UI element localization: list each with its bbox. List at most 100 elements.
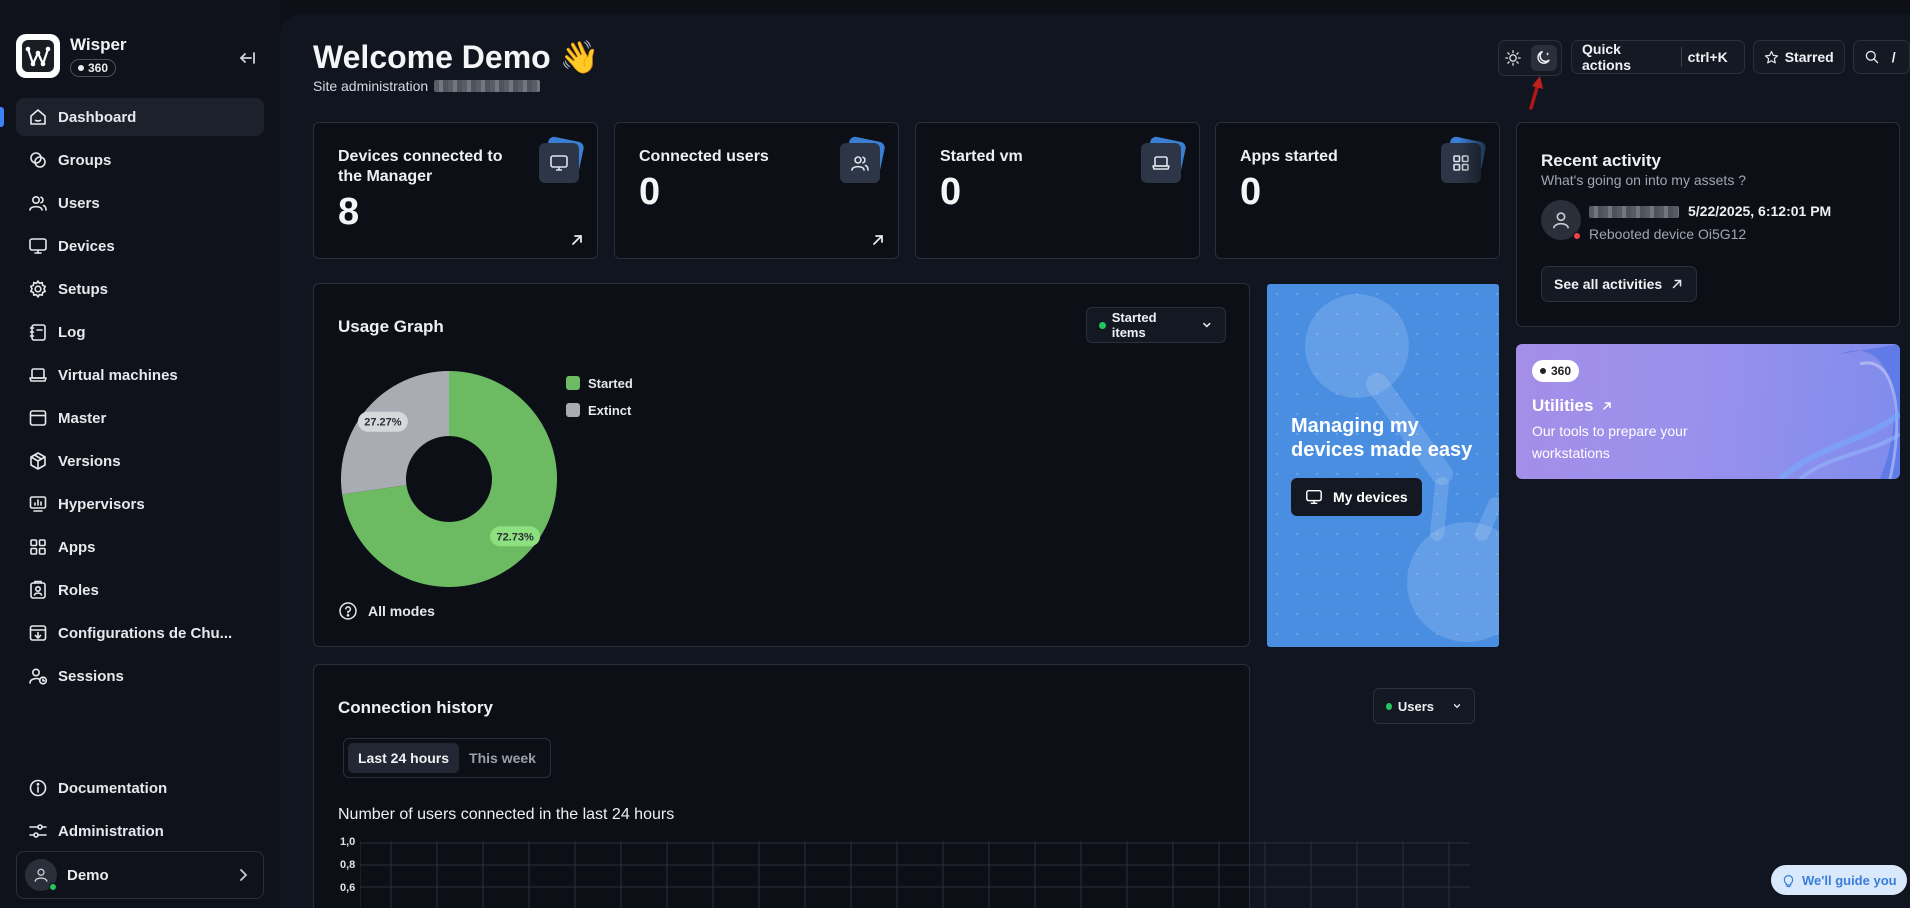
legend-swatch	[566, 403, 580, 417]
theme-toggle[interactable]	[1498, 40, 1562, 76]
starred-button[interactable]: Starred	[1752, 40, 1845, 74]
stat-value: 0	[639, 171, 661, 213]
history-range-tabs: Last 24 hours This week	[343, 738, 551, 778]
quick-actions-button[interactable]: Quick actions ctrl+K	[1571, 40, 1745, 74]
online-status-dot	[49, 883, 57, 891]
download-box-icon	[29, 625, 47, 641]
groups-icon	[30, 152, 46, 168]
stat-card-started-vm[interactable]: Started vm 0	[915, 122, 1200, 259]
sidebar-item-label: Virtual machines	[58, 366, 178, 384]
users-icon	[840, 135, 886, 183]
dark-mode-button[interactable]	[1530, 45, 1557, 71]
user-clock-icon	[29, 668, 48, 685]
laptop-icon	[29, 368, 47, 382]
redacted-user-name	[1589, 206, 1679, 218]
stat-value: 0	[1240, 171, 1262, 213]
sidebar-item-documentation[interactable]: Documentation	[16, 769, 264, 807]
sun-icon[interactable]	[1504, 49, 1522, 67]
page-subtitle: Site administration	[313, 78, 541, 94]
y-tick-label: 1,0	[340, 836, 356, 848]
monitor-icon	[29, 238, 47, 254]
sidebar-item-label: Roles	[58, 581, 99, 599]
moon-icon	[1536, 50, 1550, 64]
stat-card-apps-started[interactable]: Apps started 0	[1215, 122, 1500, 259]
usage-graph-title: Usage Graph	[338, 317, 444, 336]
sidebar-item-label: Master	[58, 409, 107, 427]
sidebar-item-configurations[interactable]: Configurations de Chu...	[16, 614, 264, 652]
sidebar-item-virtual-machines[interactable]: Virtual machines	[16, 356, 264, 394]
arrow-up-right-icon[interactable]	[870, 232, 886, 248]
sidebar-item-label: Versions	[58, 452, 121, 470]
chevron-down-icon	[1203, 322, 1211, 328]
activity-timestamp: 5/22/2025, 6:12:01 PM	[1688, 203, 1832, 219]
all-modes-link[interactable]: All modes	[338, 601, 435, 621]
collapse-sidebar-icon[interactable]	[238, 48, 258, 68]
tab-last-24-hours[interactable]: Last 24 hours	[348, 743, 460, 773]
usage-donut-chart: 72.73% 27.27%	[341, 371, 557, 587]
help-circle-icon	[339, 602, 357, 620]
topbar-actions: Quick actions ctrl+K Starred /	[1571, 40, 1910, 74]
stat-title: Apps started	[1240, 148, 1338, 165]
monitor-icon	[539, 135, 585, 183]
sidebar-item-users[interactable]: Users	[16, 184, 264, 222]
promo-title: Managing my devices made easy	[1291, 415, 1473, 461]
stat-title: Started vm	[940, 148, 1023, 165]
sidebar-item-groups[interactable]: Groups	[16, 141, 264, 179]
guide-button[interactable]: We'll guide you	[1771, 865, 1907, 895]
history-chart-title: Number of users connected in the last 24…	[338, 806, 675, 823]
star-icon	[1764, 50, 1778, 63]
avatar	[25, 859, 57, 891]
search-shortcut: /	[1891, 49, 1896, 65]
package-icon	[30, 452, 46, 470]
sidebar-item-hypervisors[interactable]: Hypervisors	[16, 485, 264, 523]
sidebar-item-label: Administration	[58, 822, 164, 840]
history-filter-dropdown[interactable]: Users	[1373, 688, 1475, 724]
utilities-card[interactable]: 360 Utilities Our tools to prepare your …	[1516, 344, 1900, 479]
pie-slice-extinct[interactable]	[341, 371, 449, 495]
sidebar-item-setups[interactable]: Setups	[16, 270, 264, 308]
sidebar-item-administration[interactable]: Administration	[16, 812, 264, 850]
chevron-right-icon	[240, 869, 248, 881]
monitor-icon	[1306, 489, 1322, 505]
sidebar-bottom-nav: Documentation Administration	[16, 769, 264, 855]
sidebar-item-log[interactable]: Log	[16, 313, 264, 351]
sliders-icon	[29, 824, 47, 838]
page-title: Welcome Demo 👋	[313, 39, 600, 75]
user-menu[interactable]: Demo	[16, 851, 264, 899]
sidebar-item-master[interactable]: Master	[16, 399, 264, 437]
window-icon	[29, 410, 47, 426]
sidebar-item-apps[interactable]: Apps	[16, 528, 264, 566]
my-devices-button[interactable]: My devices	[1291, 478, 1422, 516]
grid-icon	[30, 539, 46, 555]
y-tick-label: 0,8	[340, 859, 356, 871]
stat-card-connected-users[interactable]: Connected users 0	[614, 122, 899, 259]
brand[interactable]: Wisper 360	[16, 34, 127, 78]
user-icon	[1553, 212, 1569, 229]
legend-item-started[interactable]: Started	[566, 374, 633, 392]
sidebar-item-devices[interactable]: Devices	[16, 227, 264, 265]
see-all-activities-button[interactable]: See all activities	[1541, 266, 1698, 302]
sidebar-item-versions[interactable]: Versions	[16, 442, 264, 480]
stat-card-devices[interactable]: Devices connected to the Manager 8	[313, 122, 598, 259]
legend-item-extinct[interactable]: Extinct	[566, 401, 633, 419]
sidebar-item-label: Dashboard	[58, 108, 137, 126]
sidebar-item-roles[interactable]: Roles	[16, 571, 264, 609]
sidebar-item-label: Sessions	[58, 667, 124, 685]
usage-filter-dropdown[interactable]: Started items	[1086, 307, 1226, 343]
sidebar-item-label: Groups	[58, 151, 112, 169]
recent-activity-subtitle: What's going on into my assets ?	[1541, 172, 1746, 188]
user-icon	[34, 868, 48, 882]
pie-data-label: 72.73%	[490, 526, 541, 547]
sidebar-item-dashboard[interactable]: Dashboard	[0, 98, 264, 136]
search-button[interactable]: /	[1852, 40, 1910, 74]
utilities-badge: 360	[1532, 360, 1580, 382]
history-chart-grid	[360, 841, 1470, 908]
tab-this-week[interactable]: This week	[459, 743, 546, 773]
sidebar-item-sessions[interactable]: Sessions	[16, 657, 264, 695]
wisper-logo	[16, 34, 60, 78]
info-icon	[29, 779, 47, 797]
sidebar-item-label: Users	[58, 194, 100, 212]
gear-icon	[30, 280, 46, 298]
arrow-up-right-icon[interactable]	[569, 232, 585, 248]
stat-title: Devices connected to the Manager	[338, 148, 503, 185]
